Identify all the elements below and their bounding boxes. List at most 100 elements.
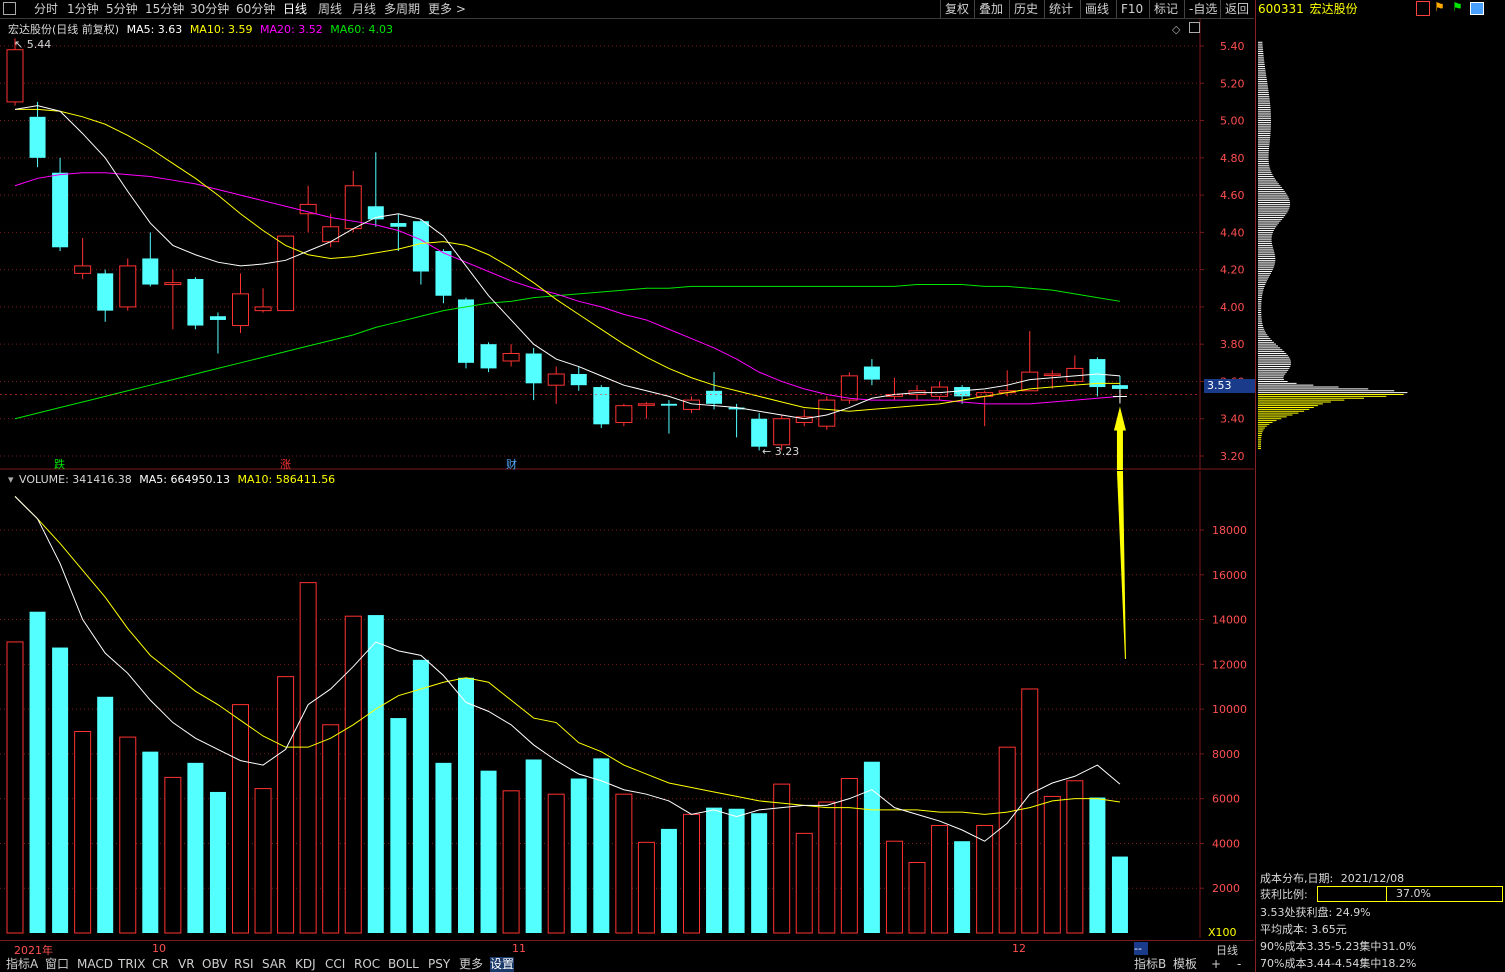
indicator-tab-0[interactable]: 指标A — [6, 957, 38, 972]
price-chart-panel[interactable]: 5.405.205.004.804.604.404.204.003.803.60… — [0, 19, 1254, 472]
right-tab-1[interactable]: 模板 — [1173, 957, 1197, 972]
period-tab-0[interactable]: 分时 — [34, 1, 58, 17]
indicator-tab-1[interactable]: 窗口 — [45, 957, 69, 972]
indicator-tab-10[interactable]: CCI — [325, 957, 345, 972]
toolbar-button-6[interactable]: 标记 — [1149, 0, 1182, 18]
volume-tick-label: 14000 — [1212, 614, 1247, 627]
ma5-label: MA5: 3.63 — [126, 23, 183, 36]
low-price-label: ← 3.23 — [762, 445, 800, 458]
volume-bar — [390, 718, 407, 933]
indicator-tab-11[interactable]: ROC — [354, 957, 380, 972]
candle-body — [706, 390, 723, 404]
period-tab-9[interactable]: 多周期 — [384, 1, 420, 17]
period-toolbar: 分时 1分钟 5分钟 15分钟 30分钟 60分钟 日线 周线 月线 多周期 更多 > 复权 叠加 历史… — [0, 0, 1254, 19]
volume-bar — [931, 825, 949, 934]
collapse-icon[interactable]: ▾ — [8, 473, 14, 486]
volume-bar — [232, 704, 249, 934]
volume-tick-label: 10000 — [1212, 703, 1247, 716]
toolbar-button-1[interactable]: 叠加 — [974, 0, 1007, 18]
indicator-tab-5[interactable]: VR — [178, 957, 195, 972]
date-label-dec: 12 — [1012, 942, 1026, 955]
volume-bar — [615, 793, 633, 934]
volume-bar — [683, 813, 700, 934]
indicator-tab-8[interactable]: SAR — [262, 957, 286, 972]
date-label-nov: 11 — [512, 942, 526, 955]
indicator-tab-6[interactable]: OBV — [202, 957, 228, 972]
volume-bar — [908, 861, 926, 934]
marker-rise[interactable]: 涨 — [280, 456, 291, 472]
candle-body — [209, 316, 226, 320]
period-tab-3[interactable]: 15分钟 — [145, 1, 184, 17]
indicator-tab-14[interactable]: 更多 — [459, 957, 483, 972]
date-axis-period[interactable]: 日线 — [1216, 942, 1238, 958]
indicator-tab-15[interactable]: 设置 — [490, 957, 515, 972]
toolbar-button-7[interactable]: -自选 — [1184, 0, 1221, 18]
maximize-icon[interactable] — [1189, 22, 1200, 33]
price-tick-label: 5.00 — [1220, 115, 1245, 128]
price-tick-label: 3.80 — [1220, 338, 1245, 351]
period-tab-6[interactable]: 日线 — [283, 1, 307, 17]
right-tab-0[interactable]: 指标B — [1134, 957, 1166, 972]
toolbar-button-4[interactable]: 画线 — [1080, 0, 1113, 18]
period-tab-7[interactable]: 周线 — [318, 1, 342, 17]
right-tab-3[interactable]: - — [1237, 957, 1241, 972]
toolbar-button-5[interactable]: F10 — [1116, 0, 1147, 18]
candle-body — [615, 405, 633, 423]
period-tab-10[interactable]: 更多 > — [428, 1, 466, 17]
flag-icon[interactable]: ⚑ — [1434, 0, 1445, 14]
volume-bar — [254, 788, 272, 934]
image-icon[interactable] — [1470, 2, 1484, 15]
volume-chart-panel[interactable]: 18000 16000 14000 12000 10000 8000 6000 4000 200… — [0, 471, 1254, 939]
main-background — [0, 19, 1254, 470]
toolbar-button-2[interactable]: 历史 — [1009, 0, 1042, 18]
volume-tick-label: 8000 — [1212, 748, 1240, 761]
volume-bar — [795, 832, 813, 934]
cost-70: 70%成本3.44-4.54集中18.2% — [1260, 957, 1417, 970]
candle-body — [164, 282, 182, 286]
right-tab-2[interactable]: + — [1211, 957, 1221, 972]
volume-tick-label: 6000 — [1212, 793, 1240, 806]
candle-body — [29, 116, 46, 158]
note-icon[interactable] — [1416, 1, 1430, 16]
ma60-label: MA60: 4.03 — [330, 23, 393, 36]
window-icon[interactable] — [3, 2, 16, 15]
volume-chart[interactable]: 18000 16000 14000 12000 10000 8000 6000 4000 200… — [0, 471, 1254, 938]
toolbar-button-0[interactable]: 复权 — [940, 0, 973, 18]
toolbar-button-3[interactable]: 统计 — [1044, 0, 1077, 18]
indicator-tab-2[interactable]: MACD — [77, 957, 113, 972]
indicator-tab-13[interactable]: PSY — [428, 957, 450, 972]
candle-body — [119, 265, 137, 308]
indicator-tab-9[interactable]: KDJ — [295, 957, 316, 972]
diamond-icon[interactable]: ◇ — [1172, 23, 1180, 36]
indicator-tab-4[interactable]: CR — [152, 957, 169, 972]
volume-bar — [840, 778, 858, 934]
indicator-tab-3[interactable]: TRIX — [118, 957, 145, 972]
candle-body — [390, 223, 407, 227]
marker-fall[interactable]: 跌 — [54, 456, 65, 472]
period-tab-2[interactable]: 5分钟 — [106, 1, 138, 17]
average-cost: 平均成本: 3.65元 — [1260, 923, 1347, 936]
indicator-tab-7[interactable]: RSI — [234, 957, 254, 972]
indicator-tab-12[interactable]: BOLL — [388, 957, 419, 972]
candle-body — [547, 373, 565, 386]
period-tab-5[interactable]: 60分钟 — [236, 1, 275, 17]
volume-bar — [751, 813, 768, 933]
candle-body — [458, 299, 474, 363]
period-tab-8[interactable]: 月线 — [352, 1, 376, 17]
candle-body — [322, 226, 340, 243]
volume-bar — [164, 776, 182, 934]
flag-green-icon[interactable]: ⚑ — [1452, 0, 1463, 14]
volume-bar — [1089, 797, 1106, 933]
volume-bar — [818, 801, 836, 934]
chart-title: 宏达股份(日线 前复权) — [8, 23, 120, 36]
stock-name: 宏达股份 — [1309, 2, 1358, 16]
volume-tick-label: 4000 — [1212, 837, 1240, 850]
candle-body — [840, 375, 858, 401]
candlestick-chart[interactable]: 5.405.205.004.804.604.404.204.003.803.60… — [0, 19, 1254, 470]
marker-finance[interactable]: 财 — [506, 456, 517, 472]
toolbar-button-8[interactable]: 返回 — [1220, 0, 1253, 18]
period-tab-4[interactable]: 30分钟 — [190, 1, 229, 17]
period-tab-1[interactable]: 1分钟 — [67, 1, 99, 17]
date-dash[interactable]: -- — [1134, 942, 1148, 955]
price-tick-label: 4.00 — [1220, 301, 1245, 314]
